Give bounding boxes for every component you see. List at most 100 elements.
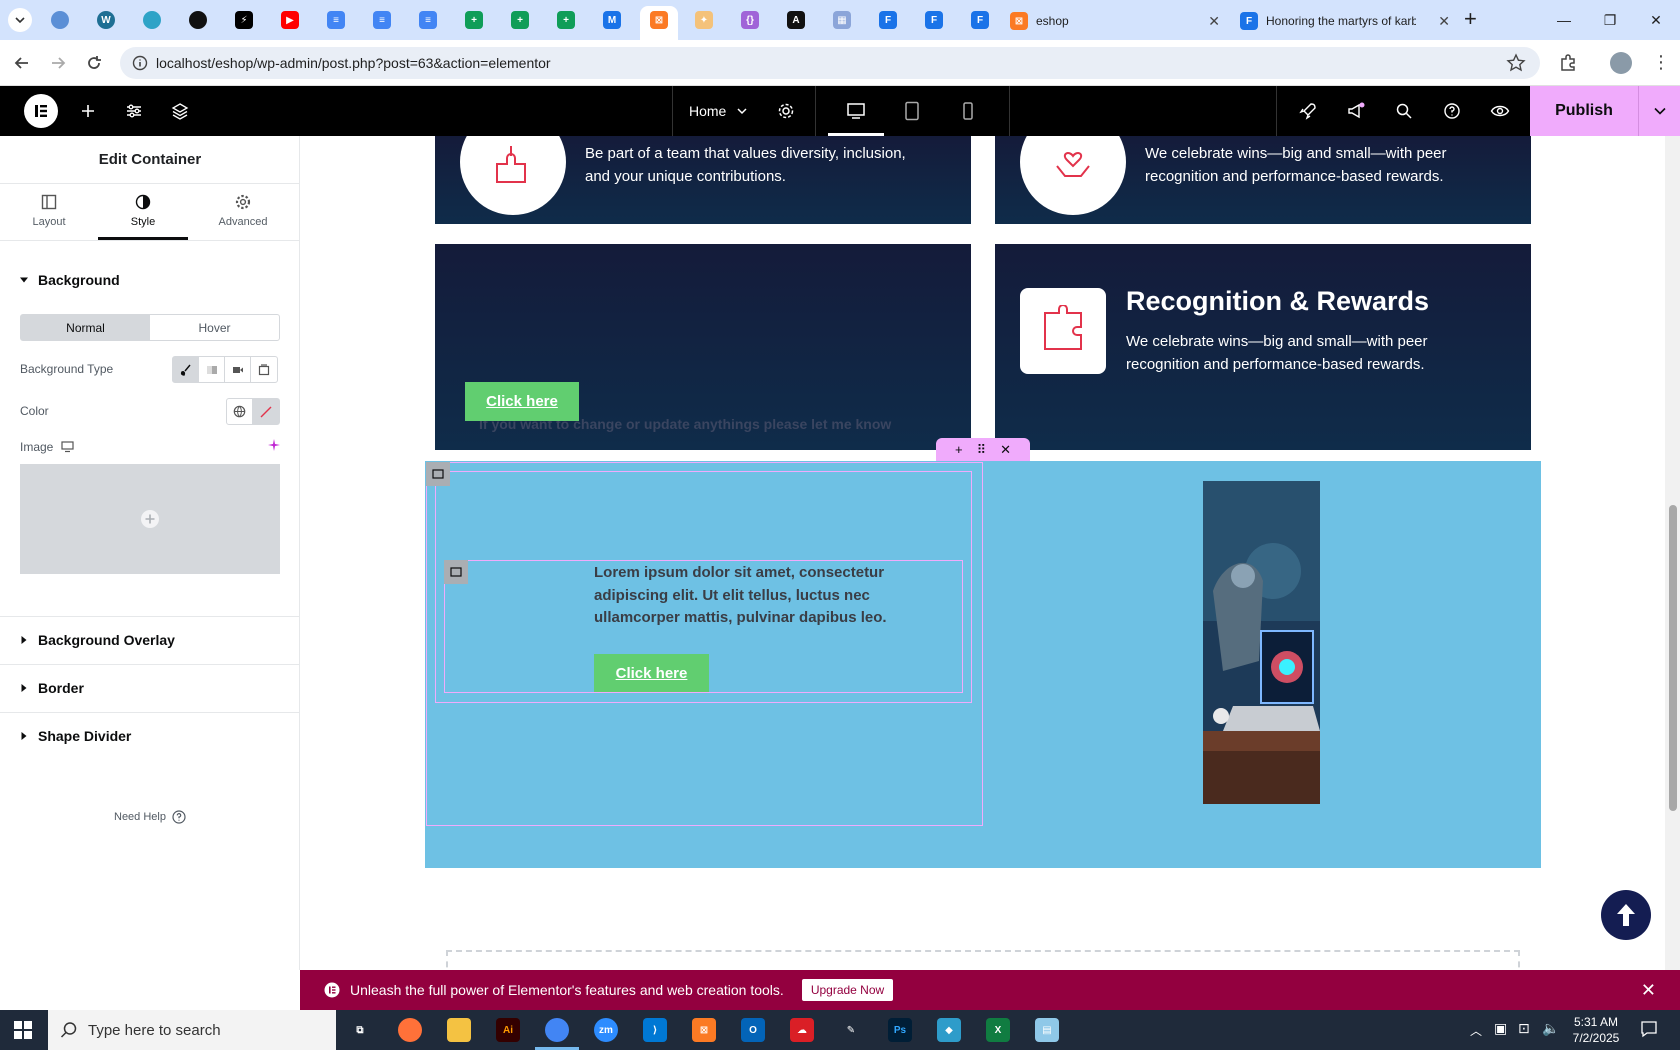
publish-button[interactable]: Publish — [1530, 86, 1638, 136]
drag-handle-icon[interactable]: ⠿ — [977, 442, 987, 458]
classic-brush-icon[interactable] — [173, 357, 199, 382]
section-handle[interactable]: + ⠿ ✕ — [936, 438, 1030, 461]
mobile-view-icon[interactable] — [956, 99, 980, 123]
tab-docs-icon[interactable]: ≡ — [373, 11, 391, 29]
tab-bolt-icon[interactable]: ⚡ — [235, 11, 253, 29]
taskbar-clock[interactable]: 5:31 AM 7/2/2025 — [1566, 1014, 1626, 1046]
global-colors-globe-icon[interactable] — [227, 399, 253, 424]
tab-sheets-icon[interactable]: + — [557, 11, 575, 29]
xampp-icon[interactable]: ⊠ — [692, 1018, 716, 1042]
search-icon[interactable] — [1392, 99, 1416, 123]
chrome-icon[interactable] — [545, 1018, 569, 1042]
tab-favicon-icon[interactable]: ▦ — [833, 11, 851, 29]
tab-advanced[interactable]: Advanced — [198, 194, 288, 240]
click-here-button[interactable]: Click here — [465, 382, 579, 421]
notifications-megaphone-icon[interactable] — [1344, 99, 1368, 123]
responsive-desktop-icon[interactable] — [61, 441, 74, 453]
bookmark-star-icon[interactable] — [1506, 53, 1526, 73]
help-icon[interactable] — [1440, 99, 1464, 123]
new-tab-button[interactable]: + — [1464, 6, 1477, 32]
section-background-header[interactable]: Background — [20, 272, 120, 288]
feature-card-recognition[interactable]: Recognition & Rewards We celebrate wins—… — [995, 244, 1531, 450]
tab-favicon-icon[interactable]: ✦ — [695, 11, 713, 29]
zoom-icon[interactable]: zm — [594, 1018, 618, 1042]
windows-start-icon[interactable] — [14, 1021, 32, 1039]
forward-icon[interactable] — [48, 53, 68, 73]
back-icon[interactable] — [12, 53, 32, 73]
slideshow-icon[interactable] — [251, 357, 277, 382]
tab-youtube-icon[interactable]: ▶ — [281, 11, 299, 29]
elementor-logo-icon[interactable] — [24, 94, 58, 128]
file-explorer-icon[interactable] — [447, 1018, 471, 1042]
extensions-icon[interactable] — [1558, 53, 1578, 73]
tab-wordpress-icon[interactable]: W — [97, 11, 115, 29]
page-settings-gear-icon[interactable] — [774, 99, 798, 123]
tab-favicon-icon[interactable] — [51, 11, 69, 29]
video-camera-icon[interactable] — [225, 357, 251, 382]
widget-edit-icon[interactable] — [444, 560, 468, 584]
app-icon[interactable]: ◆ — [937, 1018, 961, 1042]
section-background-overlay-header[interactable]: Background Overlay — [20, 632, 175, 648]
tab-favicon-icon[interactable] — [143, 11, 161, 29]
tab-honoring[interactable]: F Honoring the martyrs of karb ✕ — [1240, 6, 1456, 36]
upgrade-now-button[interactable]: Upgrade Now — [801, 979, 894, 1001]
site-settings-icon[interactable] — [122, 99, 146, 123]
feature-card-cta[interactable]: If you want to change or update anything… — [435, 244, 971, 450]
url-bar[interactable]: localhost/eshop/wp-admin/post.php?post=6… — [120, 47, 1540, 79]
state-hover-tab[interactable]: Hover — [150, 315, 279, 340]
tab-layout[interactable]: Layout — [4, 194, 94, 240]
state-normal-tab[interactable]: Normal — [21, 315, 150, 340]
tab-forms-icon[interactable]: F — [879, 11, 897, 29]
firefox-icon[interactable] — [398, 1018, 422, 1042]
tab-forms-icon[interactable]: F — [971, 11, 989, 29]
delete-section-icon[interactable]: ✕ — [1000, 442, 1011, 458]
profile-avatar[interactable] — [1610, 52, 1632, 74]
tab-forms-icon[interactable]: F — [925, 11, 943, 29]
site-info-icon[interactable] — [132, 55, 148, 71]
restore-icon[interactable]: ❐ — [1588, 8, 1632, 32]
taskbar-search-box[interactable]: Type here to search — [48, 1010, 336, 1050]
excel-icon[interactable]: X — [986, 1018, 1010, 1042]
feature-card-diversity[interactable]: Be part of a team that values diversity,… — [435, 136, 971, 224]
task-view-icon[interactable]: ⧉ — [348, 1018, 372, 1042]
tab-search-icon[interactable] — [8, 8, 32, 32]
container-edit-icon[interactable] — [426, 462, 450, 486]
desktop-view-icon[interactable] — [844, 99, 868, 123]
tab-favicon-icon[interactable]: A — [787, 11, 805, 29]
click-here-button[interactable]: Click here — [594, 654, 709, 692]
tab-docs-icon[interactable]: ≡ — [327, 11, 345, 29]
browser-menu-icon[interactable]: ⋮ — [1652, 52, 1670, 73]
publish-options-chevron-icon[interactable] — [1638, 86, 1680, 136]
notification-center-icon[interactable] — [1640, 1020, 1658, 1038]
add-section-dropzone[interactable] — [446, 950, 1520, 970]
creative-cloud-icon[interactable]: ☁ — [790, 1018, 814, 1042]
image-upload-dropzone[interactable] — [20, 464, 280, 574]
color-swatch-empty[interactable] — [253, 399, 279, 424]
add-section-plus-icon[interactable]: + — [955, 442, 963, 457]
tab-close-icon[interactable]: ✕ — [1208, 13, 1220, 30]
feature-card-rewards-top[interactable]: We celebrate wins—big and small—with pee… — [995, 136, 1531, 224]
illustrator-icon[interactable]: Ai — [496, 1018, 520, 1042]
tab-close-icon[interactable]: ✕ — [1438, 13, 1450, 30]
vscode-icon[interactable]: ⟩ — [643, 1018, 667, 1042]
ai-sparkle-icon[interactable] — [268, 439, 280, 451]
tab-docs-icon[interactable]: ≡ — [419, 11, 437, 29]
section-shape-divider-header[interactable]: Shape Divider — [20, 728, 131, 744]
system-tray-chevron-icon[interactable]: ︿ — [1470, 1022, 1482, 1039]
photoshop-icon[interactable]: Ps — [888, 1018, 912, 1042]
outlook-icon[interactable]: O — [741, 1018, 765, 1042]
volume-icon[interactable]: 🔈 — [1542, 1020, 1559, 1037]
section-border-header[interactable]: Border — [20, 680, 84, 696]
network-icon[interactable]: ▣ — [1494, 1020, 1507, 1037]
structure-layers-icon[interactable] — [168, 99, 192, 123]
tab-favicon-icon[interactable]: {} — [741, 11, 759, 29]
tab-chatgpt-icon[interactable] — [189, 11, 207, 29]
rocket-icon[interactable] — [1296, 99, 1320, 123]
tab-eshop[interactable]: ⊠ eshop ✕ — [1010, 6, 1226, 36]
tab-style[interactable]: Style — [98, 194, 188, 240]
add-element-icon[interactable] — [76, 99, 100, 123]
pen-tool-icon[interactable]: ✎ — [839, 1018, 863, 1042]
close-window-icon[interactable]: ✕ — [1634, 8, 1678, 32]
tablet-view-icon[interactable] — [900, 99, 924, 123]
reload-icon[interactable] — [84, 53, 104, 73]
